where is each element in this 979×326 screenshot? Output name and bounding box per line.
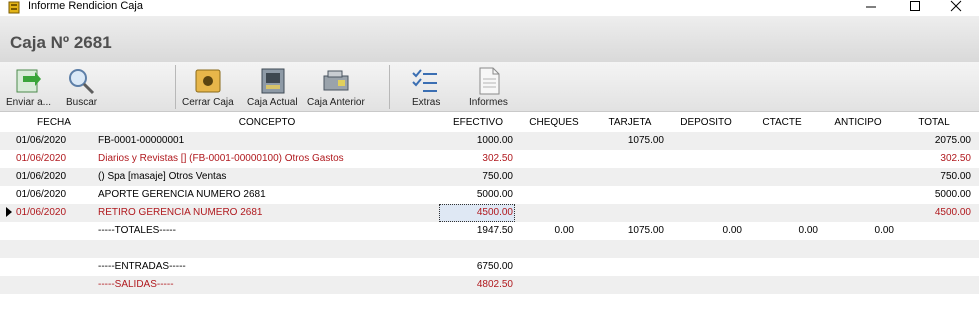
cell-total[interactable]: 2075.00 — [896, 135, 971, 147]
cell-tarjeta[interactable]: 1075.00 — [592, 225, 664, 237]
cell-total[interactable]: 4500.00 — [896, 207, 971, 219]
table-row[interactable]: -----ENTRADAS----- 6750.00 — [0, 258, 979, 276]
search-label: Buscar — [66, 97, 98, 108]
row-indicator-icon — [6, 207, 12, 217]
reports-label: Informes — [469, 97, 508, 108]
cell-cheques[interactable]: 0.00 — [516, 225, 574, 237]
register-icon — [261, 68, 285, 94]
table-row[interactable] — [0, 240, 979, 258]
table-row[interactable]: 01/06/2020 APORTE GERENCIA NUMERO 2681 500… — [0, 186, 979, 204]
data-grid: FECHA CONCEPTO EFECTIVO CHEQUES TARJETA … — [0, 114, 979, 326]
send-icon — [16, 69, 41, 93]
table-row[interactable]: 01/06/2020 Diarios y Revistas [] (FB-0001… — [0, 150, 979, 168]
extras-button[interactable]: Extras — [402, 62, 448, 112]
cell-tarjeta[interactable]: 1075.00 — [592, 135, 664, 147]
extras-label: Extras — [412, 97, 441, 108]
cell-fecha[interactable]: 01/06/2020 — [16, 153, 92, 165]
cell-efectivo[interactable]: 1000.00 — [440, 135, 513, 147]
cell-efectivo[interactable]: 1947.50 — [440, 225, 513, 237]
cell-deposito[interactable]: 0.00 — [668, 225, 742, 237]
table-row[interactable]: 01/06/2020 FB-0001-00000001 1000.00 1075.00… — [0, 132, 979, 150]
cell-concepto[interactable]: RETIRO GERENCIA NUMERO 2681 — [98, 207, 438, 219]
cell-fecha[interactable]: 01/06/2020 — [16, 135, 92, 147]
cell-total[interactable]: 750.00 — [896, 171, 971, 183]
cell-efectivo[interactable]: 5000.00 — [440, 189, 513, 201]
document-icon — [479, 67, 500, 95]
safe-icon — [195, 69, 221, 93]
cell-concepto[interactable]: () Spa [masaje] Otros Ventas — [98, 171, 438, 183]
column-header-tarjeta[interactable]: TARJETA — [592, 117, 668, 129]
column-header-ctacte[interactable]: CTACTE — [744, 117, 820, 129]
cell-efectivo[interactable]: 750.00 — [440, 171, 513, 183]
column-header-total[interactable]: TOTAL — [896, 117, 972, 129]
current-register-label: Caja Actual — [247, 97, 298, 108]
reports-button[interactable]: Informes — [464, 62, 514, 112]
cell-efectivo[interactable]: 302.50 — [440, 153, 513, 165]
cell-concepto[interactable]: -----SALIDAS----- — [98, 279, 438, 291]
column-header-efectivo[interactable]: EFECTIVO — [440, 117, 516, 129]
cell-anticipo[interactable]: 0.00 — [820, 225, 894, 237]
maximize-icon[interactable] — [895, 0, 935, 14]
cell-concepto[interactable]: Diarios y Revistas [] (FB-0001-00000100)… — [98, 153, 438, 165]
search-icon — [69, 69, 95, 95]
header-band: Caja Nº 2681 — [0, 16, 979, 62]
cell-efectivo[interactable]: 4802.50 — [440, 279, 513, 291]
app-icon — [8, 1, 20, 14]
current-register-button[interactable]: Caja Actual — [244, 62, 302, 112]
register-machine-icon — [323, 70, 349, 91]
close-register-label: Cerrar Caja — [182, 97, 234, 108]
send-to-label: Enviar a... — [6, 97, 52, 108]
list-icon — [412, 69, 437, 92]
window-title: Informe Rendicion Caja — [28, 0, 143, 12]
send-to-button[interactable]: Enviar a... — [2, 62, 54, 112]
table-row[interactable]: 01/06/2020() Spa [masaje] Otros Ventas 75… — [0, 168, 979, 186]
cell-ctacte[interactable]: 0.00 — [744, 225, 818, 237]
minimize-icon[interactable] — [850, 0, 890, 14]
close-icon[interactable] — [935, 0, 975, 14]
cell-concepto[interactable]: -----ENTRADAS----- — [98, 261, 438, 273]
cell-total[interactable]: 5000.00 — [896, 189, 971, 201]
column-header-concepto[interactable]: CONCEPTO — [92, 117, 442, 129]
table-row[interactable]: 01/06/2020 RETIRO GERENCIA NUMERO 2681 450… — [0, 204, 979, 222]
column-header-anticipo[interactable]: ANTICIPO — [820, 117, 896, 129]
toolbar: Enviar a... Buscar Cerrar Caja Caja Actu… — [0, 62, 979, 112]
cell-concepto[interactable]: -----TOTALES----- — [98, 225, 438, 237]
table-row[interactable]: -----TOTALES----- 1947.50 0.00 1075.00 0.00 0… — [0, 222, 979, 240]
previous-register-button[interactable]: Caja Anterior — [305, 62, 367, 112]
cell-concepto[interactable]: FB-0001-00000001 — [98, 135, 438, 147]
toolbar-separator — [389, 65, 390, 109]
column-header-cheques[interactable]: CHEQUES — [516, 117, 592, 129]
table-row[interactable]: -----SALIDAS----- 4802.50 — [0, 276, 979, 294]
cell-efectivo[interactable]: 4500.00 — [440, 207, 513, 219]
cell-fecha[interactable]: 01/06/2020 — [16, 171, 92, 183]
close-register-button[interactable]: Cerrar Caja — [180, 62, 236, 112]
previous-register-label: Caja Anterior — [307, 97, 365, 108]
cell-fecha[interactable]: 01/06/2020 — [16, 189, 92, 201]
column-header-fecha[interactable]: FECHA — [16, 117, 92, 129]
column-header-deposito[interactable]: DEPOSITO — [668, 117, 744, 129]
cell-fecha[interactable]: 01/06/2020 — [16, 207, 92, 219]
cell-efectivo[interactable]: 6750.00 — [440, 261, 513, 273]
grid-header-row: FECHA CONCEPTO EFECTIVO CHEQUES TARJETA … — [0, 114, 979, 132]
cell-total[interactable]: 302.50 — [896, 153, 971, 165]
search-button[interactable]: Buscar — [58, 62, 104, 112]
cell-concepto[interactable]: APORTE GERENCIA NUMERO 2681 — [98, 189, 438, 201]
page-title: Caja Nº 2681 — [10, 33, 112, 52]
toolbar-separator — [175, 65, 176, 109]
title-bar: Informe Rendicion Caja — [0, 0, 979, 16]
